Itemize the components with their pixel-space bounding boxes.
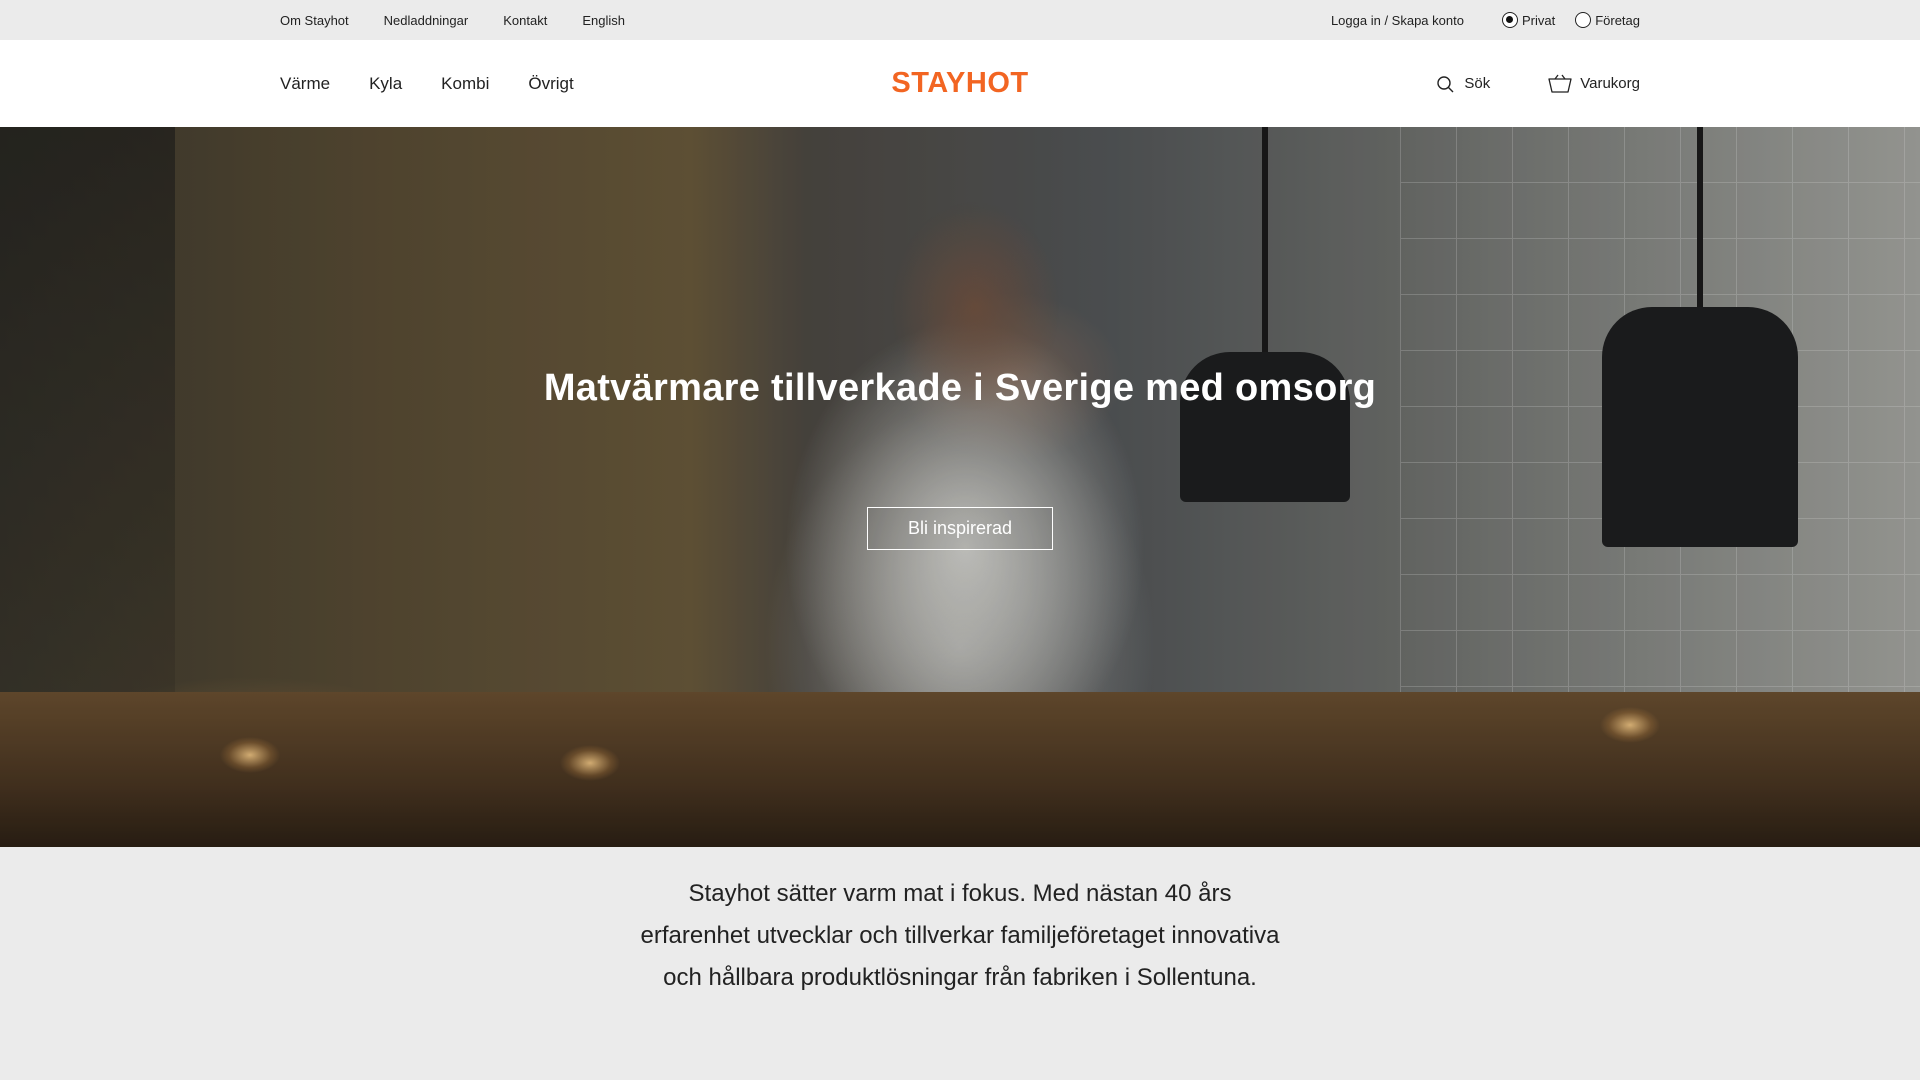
nav-kyla[interactable]: Kyla <box>369 74 402 94</box>
inspiration-button[interactable]: Bli inspirerad <box>867 507 1053 550</box>
account-area: Logga in / Skapa konto Privat Företag <box>1331 0 1640 40</box>
nav-kombi[interactable]: Kombi <box>441 74 489 94</box>
link-english[interactable]: English <box>582 13 625 28</box>
nav-ovrigt[interactable]: Övrigt <box>528 74 573 94</box>
utility-links: Om Stayhot Nedladdningar Kontakt English <box>280 0 660 40</box>
radio-foretag-label: Företag <box>1595 12 1640 28</box>
link-om-stayhot[interactable]: Om Stayhot <box>280 13 349 28</box>
hero-overlay <box>0 127 1920 847</box>
cart-button[interactable]: Varukorg <box>1548 74 1640 94</box>
header-tools: Sök Varukorg <box>1436 40 1640 127</box>
search-label: Sök <box>1464 75 1491 92</box>
main-nav: Värme Kyla Kombi Övrigt <box>280 40 613 127</box>
basket-icon <box>1548 74 1572 93</box>
hero-banner: Matvärmare tillverkade i Sverige med oms… <box>0 127 1920 847</box>
customer-type-foretag[interactable]: Företag <box>1575 12 1640 28</box>
radio-privat-label: Privat <box>1521 12 1556 28</box>
stayhot-logo[interactable]: STAYHOT <box>885 66 1035 100</box>
main-header: Värme Kyla Kombi Övrigt STAYHOT Sök Varu… <box>0 40 1920 127</box>
hero-title: Matvärmare tillverkade i Sverige med oms… <box>543 367 1377 409</box>
nav-varme[interactable]: Värme <box>280 74 330 94</box>
intro-section: Stayhot sätter varm mat i fokus. Med näs… <box>0 847 1920 1080</box>
login-link[interactable]: Logga in / Skapa konto <box>1331 13 1464 28</box>
cart-label: Varukorg <box>1580 75 1640 92</box>
link-nedladdningar[interactable]: Nedladdningar <box>384 13 469 28</box>
search-icon <box>1437 75 1454 92</box>
customer-type-privat[interactable]: Privat <box>1501 12 1556 28</box>
utility-bar: Om Stayhot Nedladdningar Kontakt English… <box>0 0 1920 40</box>
intro-text: Stayhot sätter varm mat i fokus. Med näs… <box>640 880 1280 991</box>
radio-privat[interactable] <box>1501 12 1518 28</box>
link-kontakt[interactable]: Kontakt <box>503 13 547 28</box>
search-button[interactable]: Sök <box>1436 74 1490 94</box>
radio-foretag[interactable] <box>1575 12 1592 28</box>
